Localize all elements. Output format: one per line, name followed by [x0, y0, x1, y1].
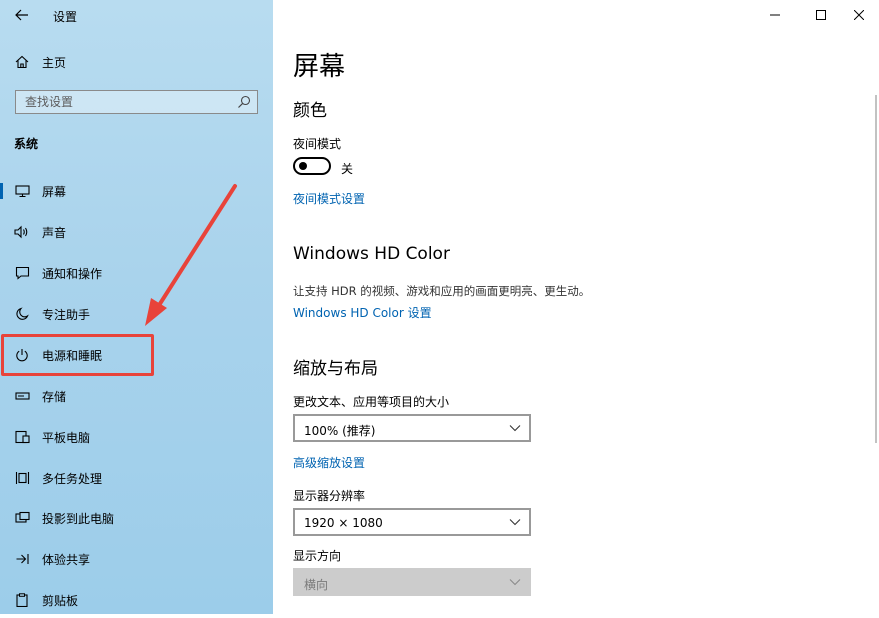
night-mode-label: 夜间模式: [293, 137, 342, 151]
annotation-highlight-box: [1, 334, 154, 376]
project-icon: [14, 510, 30, 526]
sidebar-item-label: 专注助手: [42, 307, 91, 322]
sidebar-item-label: 声音: [42, 225, 67, 240]
maximize-icon: [816, 10, 826, 20]
night-mode-settings-link[interactable]: 夜间模式设置: [293, 190, 365, 207]
scale-layout-heading: 缩放与布局: [293, 359, 378, 379]
sidebar: 设置 主页 系统 屏幕 声音 通知和操作 专注助: [0, 0, 273, 614]
resolution-value: 1920 × 1080: [304, 516, 383, 530]
orientation-label: 显示方向: [293, 549, 342, 563]
sidebar-item-home[interactable]: 主页: [0, 44, 273, 80]
close-icon: [854, 10, 864, 20]
resolution-dropdown[interactable]: 1920 × 1080: [293, 508, 531, 536]
chevron-down-icon: [509, 579, 521, 586]
tablet-icon: [14, 429, 30, 445]
speaker-icon: [14, 224, 30, 240]
back-button[interactable]: [8, 3, 36, 27]
multitask-icon: [14, 470, 30, 486]
hd-color-heading: Windows HD Color: [293, 244, 450, 264]
share-icon: [14, 551, 30, 567]
sidebar-home-label: 主页: [42, 55, 67, 70]
sidebar-item-label: 屏幕: [42, 184, 67, 199]
app-title: 设置: [53, 10, 78, 24]
sidebar-item-label: 体验共享: [42, 552, 91, 567]
sidebar-item-label: 多任务处理: [42, 471, 103, 486]
sidebar-item-clipboard[interactable]: 剪贴板: [0, 582, 273, 618]
sidebar-item-label: 通知和操作: [42, 266, 103, 281]
moon-icon: [14, 306, 30, 322]
sidebar-item-notifications[interactable]: 通知和操作: [0, 255, 273, 291]
sidebar-item-label: 平板电脑: [42, 430, 91, 445]
sidebar-item-multitasking[interactable]: 多任务处理: [0, 460, 273, 496]
orientation-value: 横向: [304, 578, 329, 592]
scale-label: 更改文本、应用等项目的大小: [293, 395, 450, 409]
chevron-down-icon: [509, 425, 521, 432]
section-title: 系统: [14, 137, 39, 151]
night-mode-toggle[interactable]: [293, 157, 331, 175]
page-title: 屏幕: [293, 52, 346, 82]
scale-value: 100% (推荐): [304, 424, 376, 438]
monitor-icon: [14, 183, 30, 199]
search-input[interactable]: [16, 91, 240, 113]
orientation-dropdown[interactable]: 横向: [293, 568, 531, 596]
search-box[interactable]: [15, 90, 258, 114]
sidebar-item-display[interactable]: 屏幕: [0, 173, 273, 209]
hd-color-settings-link[interactable]: Windows HD Color 设置: [293, 304, 432, 321]
sidebar-item-sound[interactable]: 声音: [0, 214, 273, 250]
sidebar-item-shared-experiences[interactable]: 体验共享: [0, 541, 273, 577]
toggle-knob: [299, 162, 307, 170]
minimize-button[interactable]: [752, 0, 798, 30]
sidebar-item-label: 存储: [42, 389, 67, 404]
close-button[interactable]: [836, 0, 879, 30]
resolution-label: 显示器分辨率: [293, 489, 366, 503]
back-arrow-icon: [15, 9, 28, 21]
sidebar-item-label: 剪贴板: [42, 593, 79, 608]
sidebar-item-storage[interactable]: 存储: [0, 378, 273, 414]
sidebar-item-project[interactable]: 投影到此电脑: [0, 500, 273, 536]
night-mode-state: 关: [341, 162, 354, 176]
search-icon[interactable]: [237, 95, 251, 109]
advanced-scale-link[interactable]: 高级缩放设置: [293, 454, 365, 471]
storage-icon: [14, 388, 30, 404]
scale-dropdown[interactable]: 100% (推荐): [293, 414, 531, 442]
hd-color-description: 让支持 HDR 的视频、游戏和应用的画面更明亮、更生动。: [293, 284, 591, 298]
minimize-icon: [770, 14, 780, 16]
sidebar-item-tablet[interactable]: 平板电脑: [0, 419, 273, 455]
sidebar-item-label: 投影到此电脑: [42, 511, 115, 526]
sidebar-item-focus-assist[interactable]: 专注助手: [0, 296, 273, 332]
scrollbar[interactable]: [875, 95, 877, 443]
notification-icon: [14, 265, 30, 281]
clipboard-icon: [14, 592, 30, 608]
chevron-down-icon: [509, 519, 521, 526]
color-heading: 颜色: [293, 101, 327, 121]
home-icon: [14, 54, 30, 70]
